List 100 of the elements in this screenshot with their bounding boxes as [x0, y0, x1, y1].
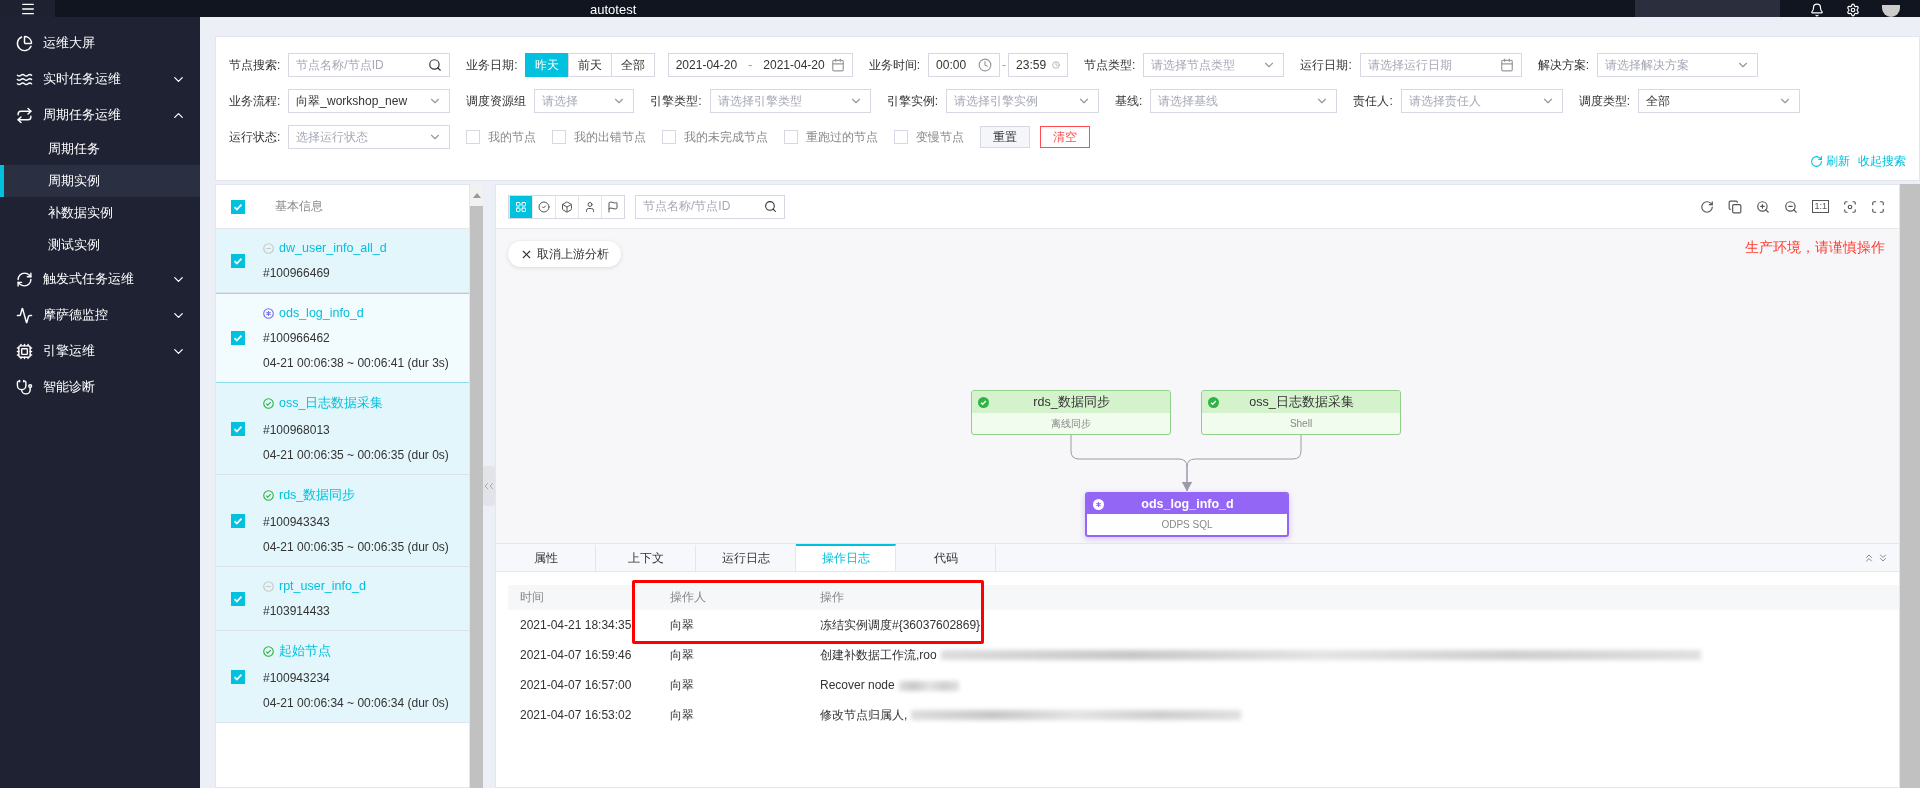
calendar-icon: [830, 58, 845, 72]
sidebar-item[interactable]: 实时任务运维: [0, 61, 200, 97]
checkbox-label: 我的节点: [488, 128, 537, 146]
sidebar-item[interactable]: 智能诊断: [0, 369, 200, 405]
sidebar-item[interactable]: 引擎运维: [0, 333, 200, 369]
select-field[interactable]: 向翠_workshop_new: [288, 89, 451, 113]
filter-label: 运行状态:: [229, 128, 281, 146]
panel-toggle-handle[interactable]: [483, 466, 495, 506]
checkbox[interactable]: [784, 130, 799, 144]
task-node[interactable]: oss_日志数据采集 Shell: [1201, 390, 1401, 435]
calendar-icon: [1499, 58, 1514, 72]
sidebar-subitem[interactable]: 补数据实例: [0, 197, 200, 229]
menu-icon[interactable]: [19, 1, 36, 17]
filter-label: 业务日期:: [466, 56, 518, 74]
check-circle-icon: [263, 398, 274, 409]
detail-tab[interactable]: 属性: [496, 544, 596, 571]
operator-cell-text: 向翠: [669, 646, 695, 664]
search-icon: [428, 58, 443, 72]
filter-label: 运行日期:: [1300, 56, 1352, 74]
scrollbar[interactable]: [1900, 184, 1920, 788]
run-time: 04-21 00:06:34 ~ 00:06:34 (dur 0s): [263, 696, 449, 710]
checkbox[interactable]: [662, 130, 677, 144]
warning-text: 生产环境，请谨慎操作: [1745, 239, 1885, 257]
filter-label: 业务流程:: [229, 92, 281, 110]
bell-icon[interactable]: [1810, 3, 1824, 17]
reset-button[interactable]: 重置: [980, 126, 1031, 148]
copy-icon[interactable]: [1728, 199, 1743, 214]
settings-icon[interactable]: [1846, 3, 1860, 17]
checkbox[interactable]: [231, 331, 245, 345]
run-time: 04-21 00:06:38 ~ 00:06:41 (dur 3s): [263, 356, 449, 370]
check-circle-icon: [263, 646, 274, 657]
zoom-out-icon[interactable]: [1784, 199, 1799, 214]
detail-tab[interactable]: 代码: [896, 544, 996, 571]
scroll-up-arrow-icon[interactable]: [472, 192, 481, 198]
sidebar-subitem[interactable]: 周期实例: [0, 165, 200, 197]
collapse-icon[interactable]: [1877, 551, 1889, 564]
checkbox[interactable]: [231, 591, 245, 606]
cancel-analysis-button[interactable]: 取消上游分析: [508, 241, 621, 267]
sidebar-subitem[interactable]: 测试实例: [0, 229, 200, 261]
refresh-icon[interactable]: [1700, 199, 1715, 214]
zoom-in-icon[interactable]: [1756, 199, 1771, 214]
column-header: 操作人: [669, 589, 707, 606]
range-separator: -: [1002, 58, 1007, 72]
task-node[interactable]: rds_数据同步 离线同步: [971, 390, 1171, 435]
cube-icon: [561, 200, 573, 213]
focus-icon[interactable]: [1843, 199, 1857, 214]
check-circle-icon: [263, 490, 274, 501]
checkbox[interactable]: [894, 130, 909, 144]
time-field[interactable]: 00:00: [928, 53, 1001, 77]
global-search-field[interactable]: [1635, 0, 1780, 17]
sidebar-item[interactable]: 周期任务运维: [0, 97, 200, 133]
date-range-field[interactable]: 2021-04-20 - 2021-04-20: [667, 53, 853, 77]
instance-item[interactable]: ods_log_info_d #100966462 04-21 00:06:38 ~ 00:06:41 (dur 3s): [216, 293, 469, 383]
detail-tab[interactable]: 上下文: [596, 544, 696, 571]
time-cell-text: 2021-04-07 16:57:00: [519, 678, 633, 692]
instance-item[interactable]: oss_日志数据采集 #100968013 04-21 00:06:35 ~ 00:06:35 (dur 0s): [216, 383, 469, 475]
sidebar-item[interactable]: 触发式任务运维: [0, 261, 200, 297]
instance-item[interactable]: rds_数据同步 #100943343 04-21 00:06:35 ~ 00:06:35 (dur 0s): [216, 475, 469, 567]
project-name: autotest: [590, 2, 637, 17]
instance-id: #100943343: [263, 515, 331, 529]
actual-size-button[interactable]: 1:1: [1812, 200, 1829, 213]
time-cell-text: 2021-04-07 16:53:02: [519, 708, 633, 722]
fullscreen-icon[interactable]: [1871, 199, 1885, 214]
task-node[interactable]: ods_log_info_d ODPS SQL: [1085, 492, 1289, 537]
minus-circle-icon: [263, 242, 274, 254]
pie-chart-icon: [16, 34, 33, 52]
instance-item[interactable]: dw_user_info_all_d #100966469: [216, 229, 469, 293]
instance-item[interactable]: 起始节点 #100943234 04-21 00:06:34 ~ 00:06:34 (dur 0s): [216, 631, 469, 723]
refresh-icon: [16, 270, 33, 288]
flag-icon: [607, 200, 619, 213]
select-all-checkbox[interactable]: [231, 199, 245, 214]
date-option[interactable]: 前天: [567, 53, 612, 77]
checkmark-icon: [233, 671, 243, 682]
column-header: 时间: [519, 589, 545, 606]
sidebar-item[interactable]: 运维大屏: [0, 25, 200, 61]
date-option[interactable]: 全部: [610, 53, 655, 77]
clock-icon: [978, 58, 993, 72]
check-badge-icon: [978, 396, 989, 408]
refresh-icon: [1810, 155, 1823, 168]
double-chevron-icon: [485, 483, 493, 489]
checkbox[interactable]: [231, 421, 245, 436]
time-field[interactable]: 23:59: [1008, 53, 1069, 77]
checkbox[interactable]: [231, 669, 245, 684]
select-field[interactable]: 全部: [1638, 89, 1801, 113]
filter-label: 业务时间:: [868, 56, 921, 74]
grid-icon: [515, 200, 527, 213]
avatar[interactable]: [1882, 5, 1900, 17]
filter-label: 节点搜索:: [229, 56, 281, 74]
checkbox[interactable]: [231, 253, 245, 268]
time-cell-text: 2021-04-07 16:59:46: [519, 648, 633, 662]
operator-cell-text: 向翠: [669, 616, 695, 634]
checkbox[interactable]: [466, 130, 481, 144]
instance-item[interactable]: rpt_user_info_d #103914433: [216, 567, 469, 631]
checkbox[interactable]: [552, 130, 567, 144]
view-mode-button[interactable]: [509, 195, 532, 218]
scrollbar[interactable]: [470, 184, 483, 788]
checkbox[interactable]: [231, 513, 245, 528]
sidebar-subitem[interactable]: 周期任务: [0, 133, 200, 165]
checkmark-icon: [233, 255, 243, 266]
sidebar-item[interactable]: 摩萨德监控: [0, 297, 200, 333]
